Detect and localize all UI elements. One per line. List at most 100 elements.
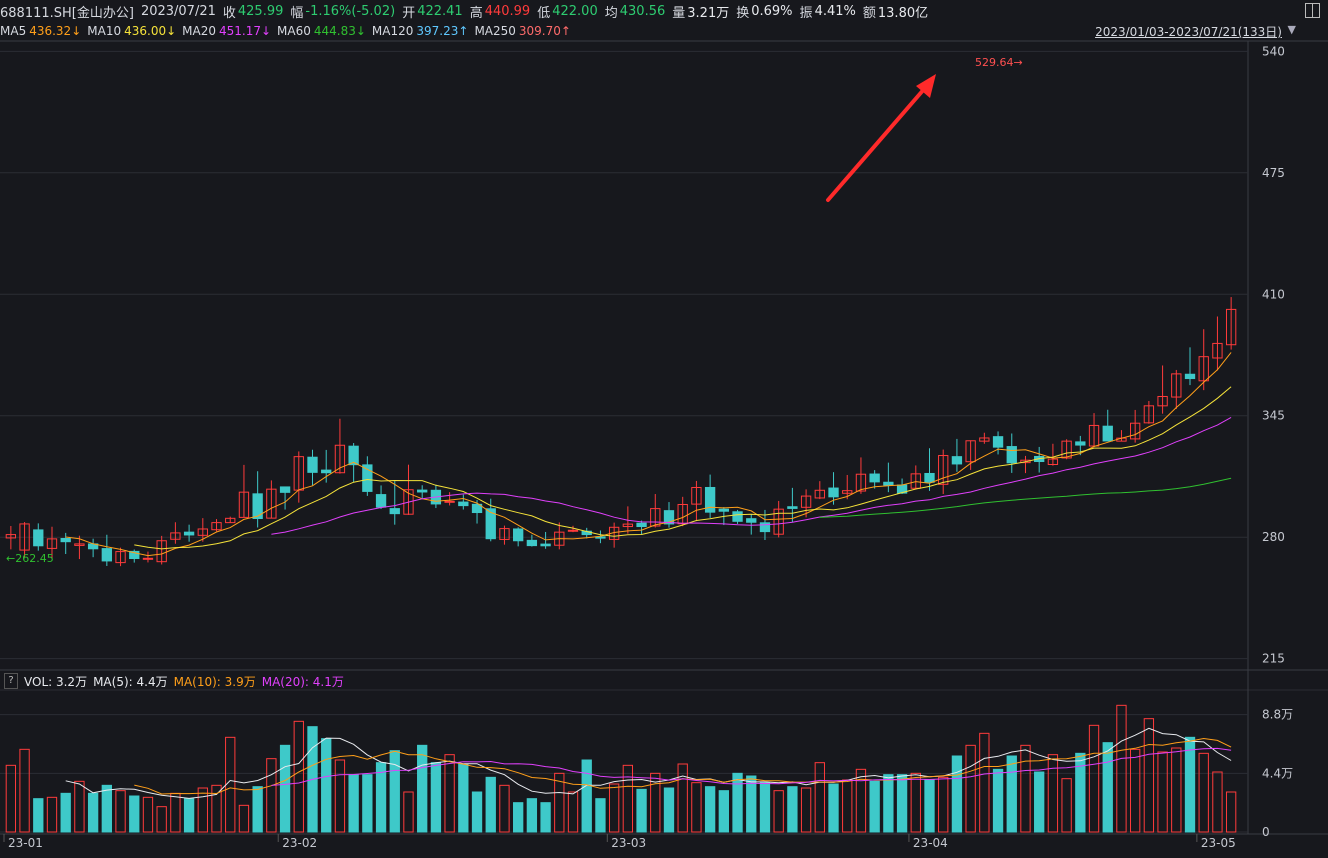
volume-bar (910, 772, 921, 833)
volume-bar (1088, 724, 1100, 833)
volume-bar (883, 774, 894, 833)
volume-bar (499, 784, 510, 833)
volume-bar (951, 755, 963, 833)
candle-body (869, 473, 880, 483)
candle-body (951, 456, 963, 465)
volume-bar (403, 791, 414, 833)
volume-bar (1006, 755, 1017, 833)
volume-bar (718, 790, 729, 833)
candle-body (924, 472, 935, 483)
volume-bar (5, 764, 17, 833)
volume-bar (279, 744, 291, 833)
volume-bar (33, 798, 44, 833)
volume-bar (1143, 718, 1155, 833)
volume-bar (485, 776, 496, 833)
volume-bar (321, 738, 332, 833)
candle-body (1006, 446, 1017, 464)
x-tick-label: 23-02 (282, 836, 317, 850)
candle-body (513, 528, 524, 542)
volume-bar (197, 787, 208, 833)
vol-ma10-line (134, 737, 1232, 795)
volume-bar (1020, 744, 1031, 833)
candle-body (183, 531, 195, 536)
volume-bar (362, 774, 373, 833)
volume-bar (828, 783, 839, 833)
volume-bar (732, 772, 743, 833)
volume-bar (636, 788, 647, 833)
candle-body (1075, 441, 1086, 446)
min-price-label: ←262.45 (6, 552, 54, 565)
volume-bar (773, 790, 784, 833)
volume-bar (1157, 751, 1168, 833)
volume-bar (979, 732, 990, 833)
volume-bar (60, 792, 71, 833)
x-tick-label: 23-05 (1201, 836, 1236, 850)
candle-body (389, 508, 400, 515)
volume-bar (896, 774, 908, 833)
max-price-label: 529.64→ (975, 56, 1023, 69)
x-tick-label: 23-04 (913, 836, 948, 850)
volume-bar (1130, 748, 1141, 833)
candle-body (883, 481, 894, 486)
candlestick-chart[interactable]: 540 475 410 345 280 215 8.8万 4.4万 0 23-01 23-02 23-… (0, 0, 1328, 858)
volume-bar (965, 744, 976, 833)
candle-body (321, 469, 332, 474)
volume-bar (800, 787, 812, 833)
volume-bar (691, 782, 702, 833)
candle-body (307, 456, 318, 473)
volume-bar (129, 795, 140, 833)
volume-bar (1184, 736, 1196, 833)
volume-bar (869, 780, 880, 833)
volume-bar (1171, 747, 1182, 833)
volume-bar (293, 720, 304, 833)
candle-body (746, 518, 757, 523)
volume-bar (225, 736, 236, 833)
volume-bar (101, 784, 112, 833)
volume-bar (46, 796, 58, 833)
candle-body (540, 543, 551, 547)
volume-bar (746, 775, 757, 833)
volume-bar (677, 763, 688, 833)
candle-body (718, 508, 729, 512)
volume-bar (595, 798, 606, 833)
volume-bar (1047, 754, 1059, 833)
volume-bar (74, 780, 85, 833)
candle-body (33, 529, 44, 547)
volume-bar (87, 792, 99, 833)
volume-bar (1061, 778, 1072, 833)
price-tick-label: 345 (1262, 409, 1285, 423)
candle-body (60, 538, 71, 543)
candle-body (444, 500, 455, 503)
volume-bar (252, 786, 263, 833)
volume-bar (855, 768, 867, 833)
candle-body (828, 487, 839, 498)
volume-tick-label: 4.4万 (1262, 766, 1293, 780)
candle-body (101, 548, 112, 562)
volume-bar (622, 764, 634, 833)
volume-bar (1075, 752, 1086, 833)
volume-bar (1116, 704, 1127, 833)
volume-bar (19, 748, 30, 833)
volume-bar (1102, 742, 1113, 833)
volume-bar (1212, 771, 1223, 833)
candle-body (992, 436, 1004, 448)
candle-body (375, 494, 387, 508)
volume-tick-label: 0 (1262, 825, 1270, 839)
volume-bar (842, 779, 853, 833)
candle-body (279, 486, 291, 493)
x-tick-label: 23-01 (8, 836, 43, 850)
volume-bar (567, 791, 579, 833)
volume-bar (458, 763, 469, 833)
volume-bar (759, 782, 771, 833)
volume-bar (1198, 752, 1209, 833)
volume-bar (513, 802, 524, 833)
price-tick-label: 540 (1262, 44, 1285, 58)
price-tick-label: 280 (1262, 530, 1285, 544)
volume-bar (471, 791, 483, 833)
volume-bar (663, 787, 675, 833)
volume-bar (389, 750, 400, 833)
volume-bar (608, 783, 620, 833)
volume-bar (924, 779, 935, 833)
candle-body (787, 506, 798, 509)
vol-ma5-line (65, 727, 1232, 799)
